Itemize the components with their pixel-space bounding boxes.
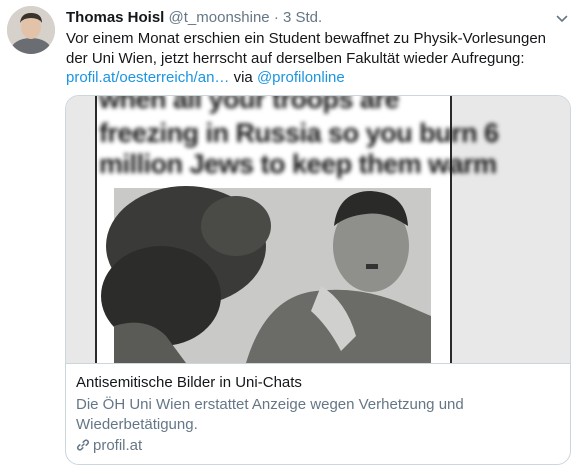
card-domain-text: profil.at <box>93 437 143 454</box>
card-body[interactable]: Antisemitische Bilder in Uni-Chats Die Ö… <box>66 363 570 464</box>
link-icon <box>76 438 90 458</box>
via-label: via <box>233 69 253 86</box>
card-image-caption-line-1: when all your troops are <box>99 96 400 114</box>
tweet-header: Thomas Hoisl @t_moonshine · 3 Std. <box>66 8 322 28</box>
tweet-text-body: Vor einem Monat erschien ein Student bew… <box>66 30 547 67</box>
mention-link[interactable]: @profilonline <box>257 69 345 86</box>
tweet-text: Vor einem Monat erschien ein Student bew… <box>66 29 571 88</box>
author-name[interactable]: Thomas Hoisl <box>66 9 164 26</box>
card-description: Die ÖH Uni Wien erstattet Anzeige wegen … <box>76 396 464 433</box>
card-image[interactable]: when all your troops are freezing in Rus… <box>66 96 570 363</box>
tweet[interactable]: Thomas Hoisl @t_moonshine · 3 Std. Vor e… <box>0 0 581 470</box>
card-domain: profil.at <box>76 436 142 456</box>
chevron-down-icon[interactable] <box>556 12 568 24</box>
link-preview-card[interactable]: when all your troops are freezing in Rus… <box>65 95 571 465</box>
author-handle[interactable]: @t_moonshine <box>169 9 270 26</box>
card-image-caption-line-3: million Jews to keep them warm <box>99 149 497 179</box>
separator-dot: · <box>273 9 279 26</box>
avatar[interactable] <box>7 6 55 54</box>
card-image-caption-line-2: freezing in Russia so you burn 6 <box>99 118 499 148</box>
tweet-timestamp[interactable]: 3 Std. <box>283 9 322 26</box>
tweet-link[interactable]: profil.at/oesterreich/an… <box>66 69 229 86</box>
card-title[interactable]: Antisemitische Bilder in Uni-Chats <box>76 373 302 393</box>
